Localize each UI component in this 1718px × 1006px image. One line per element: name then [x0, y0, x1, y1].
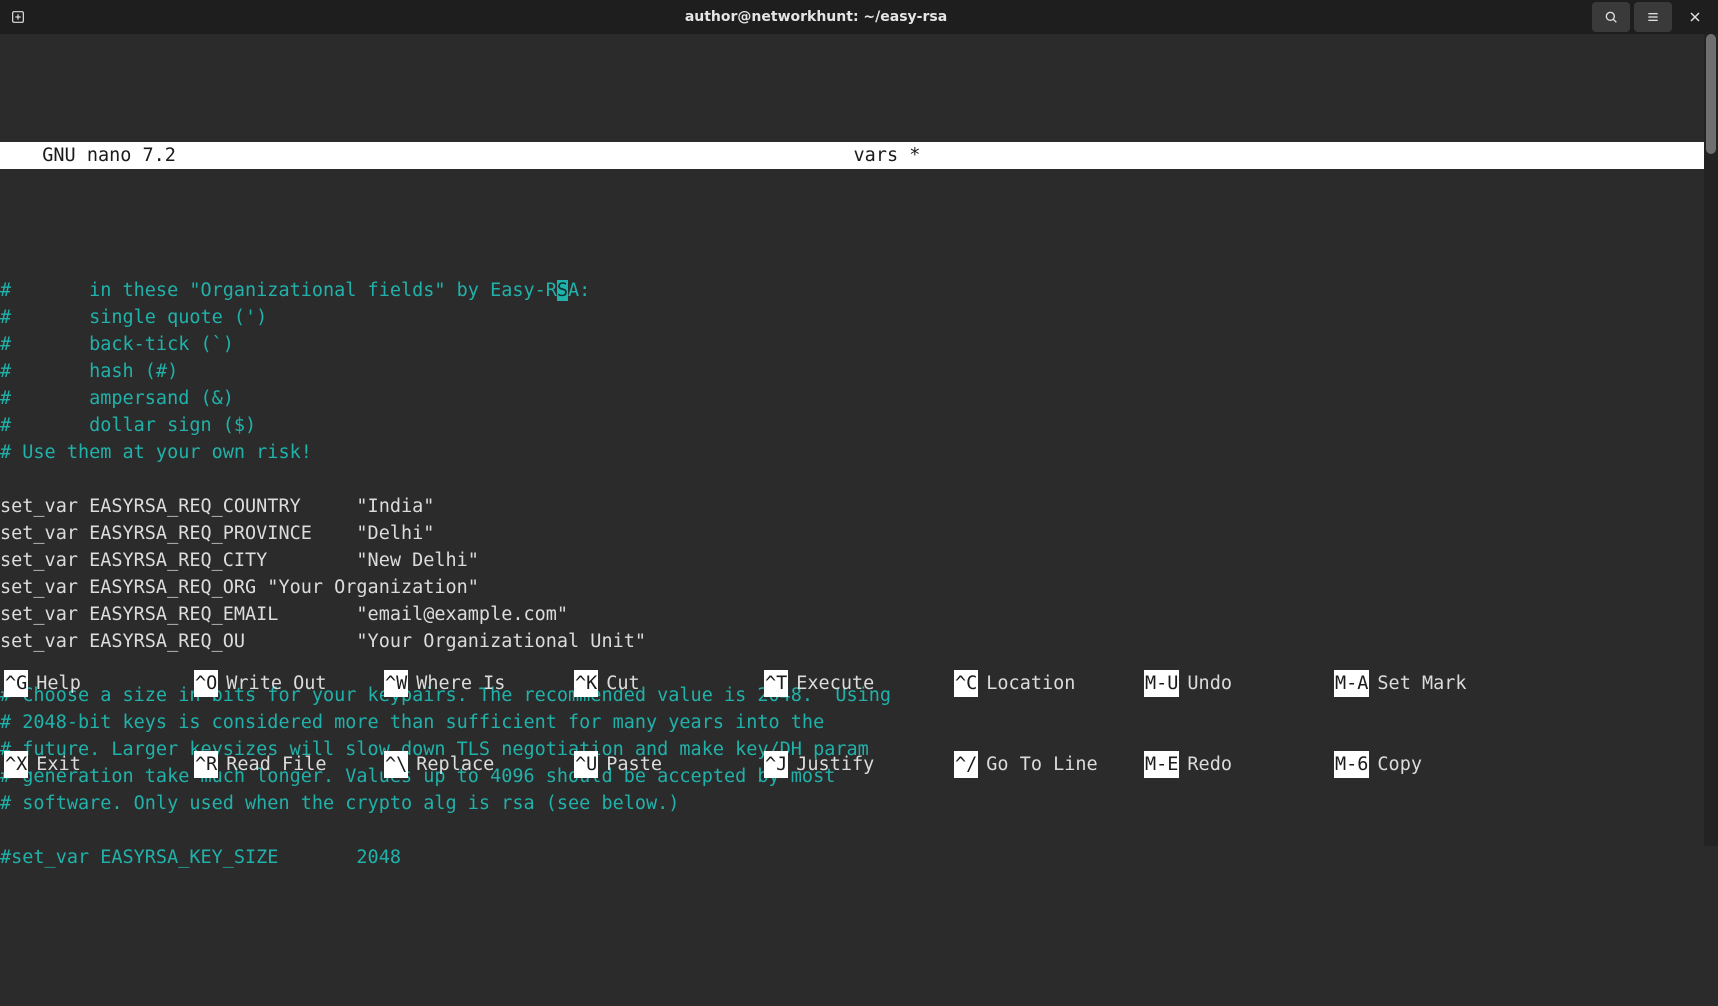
shortcut-key: ^X — [4, 751, 28, 778]
search-button[interactable] — [1592, 2, 1630, 32]
nano-shortcut: ^W Where Is — [384, 670, 574, 697]
shortcut-key: ^W — [384, 670, 408, 697]
shortcut-key: M-E — [1144, 751, 1179, 778]
shortcut-key: M-A — [1334, 670, 1369, 697]
shortcut-key: ^/ — [954, 751, 978, 778]
shortcut-desc: Cut — [606, 670, 639, 697]
shortcut-desc: Replace — [416, 751, 494, 778]
shortcut-desc: Location — [986, 670, 1075, 697]
nano-shortcut: M-6 Copy — [1334, 751, 1524, 778]
editor-line: # back-tick (`) — [0, 331, 1718, 358]
shortcut-key: ^C — [954, 670, 978, 697]
editor-line: set_var EASYRSA_REQ_CITY "New Delhi" — [0, 547, 1718, 574]
shortcut-key: ^O — [194, 670, 218, 697]
shortcut-key: ^R — [194, 751, 218, 778]
shortcut-key: M-U — [1144, 670, 1179, 697]
close-icon — [1687, 9, 1703, 25]
editor-line: # single quote (') — [0, 304, 1718, 331]
shortcut-key: ^G — [4, 670, 28, 697]
nano-shortcut: M-A Set Mark — [1334, 670, 1524, 697]
shortcut-desc: Write Out — [226, 670, 326, 697]
editor-line: # dollar sign ($) — [0, 412, 1718, 439]
shortcut-desc: Help — [36, 670, 81, 697]
editor-line: # ampersand (&) — [0, 385, 1718, 412]
nano-shortcut: M-U Undo — [1144, 670, 1334, 697]
editor-line: # Use them at your own risk! — [0, 439, 1718, 466]
nano-file-name: vars * — [56, 142, 1718, 169]
text-cursor: S — [557, 280, 568, 301]
shortcut-desc: Go To Line — [986, 751, 1097, 778]
shortcut-desc: Redo — [1187, 751, 1232, 778]
nano-shortcut: ^\ Replace — [384, 751, 574, 778]
nano-shortcut: ^X Exit — [4, 751, 194, 778]
nano-shortcut: ^O Write Out — [194, 670, 384, 697]
shortcut-key: ^U — [574, 751, 598, 778]
editor-line: #set_var EASYRSA_KEY_SIZE 2048 — [0, 844, 1718, 871]
editor-line: set_var EASYRSA_REQ_COUNTRY "India" — [0, 493, 1718, 520]
shortcut-key: ^T — [764, 670, 788, 697]
nano-shortcut: ^C Location — [954, 670, 1144, 697]
editor-line: # hash (#) — [0, 358, 1718, 385]
shortcut-desc: Copy — [1377, 751, 1422, 778]
scrollbar-track[interactable] — [1704, 34, 1718, 846]
nano-shortcut: ^/ Go To Line — [954, 751, 1144, 778]
editor-line: set_var EASYRSA_REQ_PROVINCE "Delhi" — [0, 520, 1718, 547]
shortcut-desc: Paste — [606, 751, 662, 778]
nano-header-bar: GNU nano 7.2 vars * — [0, 142, 1718, 169]
shortcut-desc: Where Is — [416, 670, 505, 697]
nano-shortcut: ^T Execute — [764, 670, 954, 697]
editor-line: set_var EASYRSA_REQ_ORG "Your Organizati… — [0, 574, 1718, 601]
nano-shortcut: ^K Cut — [574, 670, 764, 697]
shortcut-desc: Set Mark — [1377, 670, 1466, 697]
editor-line: # in these "Organizational fields" by Ea… — [0, 277, 1718, 304]
close-window-button[interactable] — [1676, 2, 1714, 32]
shortcut-desc: Execute — [796, 670, 874, 697]
new-tab-icon — [10, 9, 26, 25]
nano-shortcut-row-1: ^G Help ^O Write Out ^W Where Is ^K Cut ^T Execut… — [0, 670, 1718, 697]
shortcut-key: M-6 — [1334, 751, 1369, 778]
scrollbar-thumb[interactable] — [1706, 34, 1716, 154]
shortcut-desc: Read File — [226, 751, 326, 778]
nano-shortcut: ^J Justify — [764, 751, 954, 778]
window-titlebar: author@networkhunt: ~/easy-rsa — [0, 0, 1718, 34]
shortcut-key: ^\ — [384, 751, 408, 778]
nano-shortcut: M-E Redo — [1144, 751, 1334, 778]
shortcut-key: ^J — [764, 751, 788, 778]
window-title: author@networkhunt: ~/easy-rsa — [40, 4, 1592, 31]
hamburger-icon — [1645, 9, 1661, 25]
search-icon — [1603, 9, 1619, 25]
shortcut-desc: Exit — [36, 751, 81, 778]
shortcut-desc: Undo — [1187, 670, 1232, 697]
nano-shortcut: ^G Help — [4, 670, 194, 697]
hamburger-menu-button[interactable] — [1634, 2, 1672, 32]
editor-line — [0, 466, 1718, 493]
nano-shortcut: ^U Paste — [574, 751, 764, 778]
shortcut-desc: Justify — [796, 751, 874, 778]
nano-shortcut-row-2: ^X Exit ^R Read File ^\ Replace ^U Paste ^J Justi… — [0, 751, 1718, 778]
shortcut-key: ^K — [574, 670, 598, 697]
terminal-area[interactable]: GNU nano 7.2 vars * # in these "Organiza… — [0, 34, 1718, 846]
nano-shortcut: ^R Read File — [194, 751, 384, 778]
nano-shortcut-bar: ^G Help ^O Write Out ^W Where Is ^K Cut ^T Execut… — [0, 616, 1718, 832]
new-tab-button[interactable] — [0, 2, 36, 32]
